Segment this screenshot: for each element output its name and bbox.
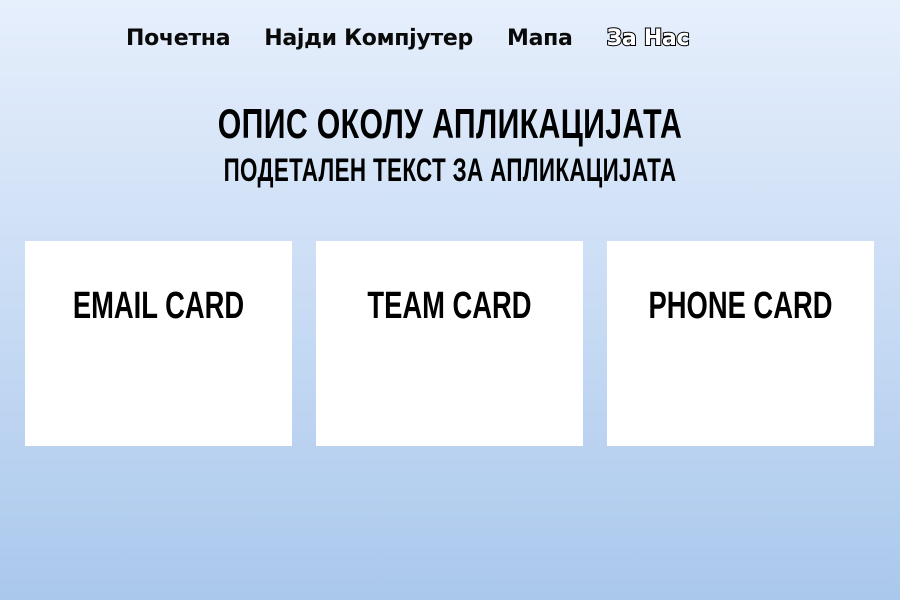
- email-card[interactable]: EMAIL CARD: [25, 241, 292, 446]
- page-subtitle: ПОДЕТАЛЕН ТЕКСТ ЗА АПЛИКАЦИЈАТА: [223, 152, 677, 188]
- team-card[interactable]: TEAM CARD: [316, 241, 583, 446]
- email-card-title: EMAIL CARD: [72, 285, 245, 327]
- nav-link-home[interactable]: Почетна: [126, 26, 231, 51]
- team-card-title: TEAM CARD: [367, 285, 532, 327]
- phone-card-title: PHONE CARD: [648, 285, 833, 327]
- nav-link-find-computer[interactable]: Најди Компјутер: [264, 26, 473, 51]
- nav-link-about[interactable]: За Нас: [606, 25, 691, 52]
- main-nav: Почетна Најди Компјутер Мапа За Нас: [126, 22, 723, 54]
- page-title: ОПИС ОКОЛУ АПЛИКАЦИЈАТА: [217, 100, 683, 147]
- phone-card[interactable]: PHONE CARD: [607, 241, 874, 446]
- nav-link-map[interactable]: Мапа: [507, 26, 573, 51]
- cards-row: EMAIL CARD TEAM CARD PHONE CARD: [25, 241, 875, 446]
